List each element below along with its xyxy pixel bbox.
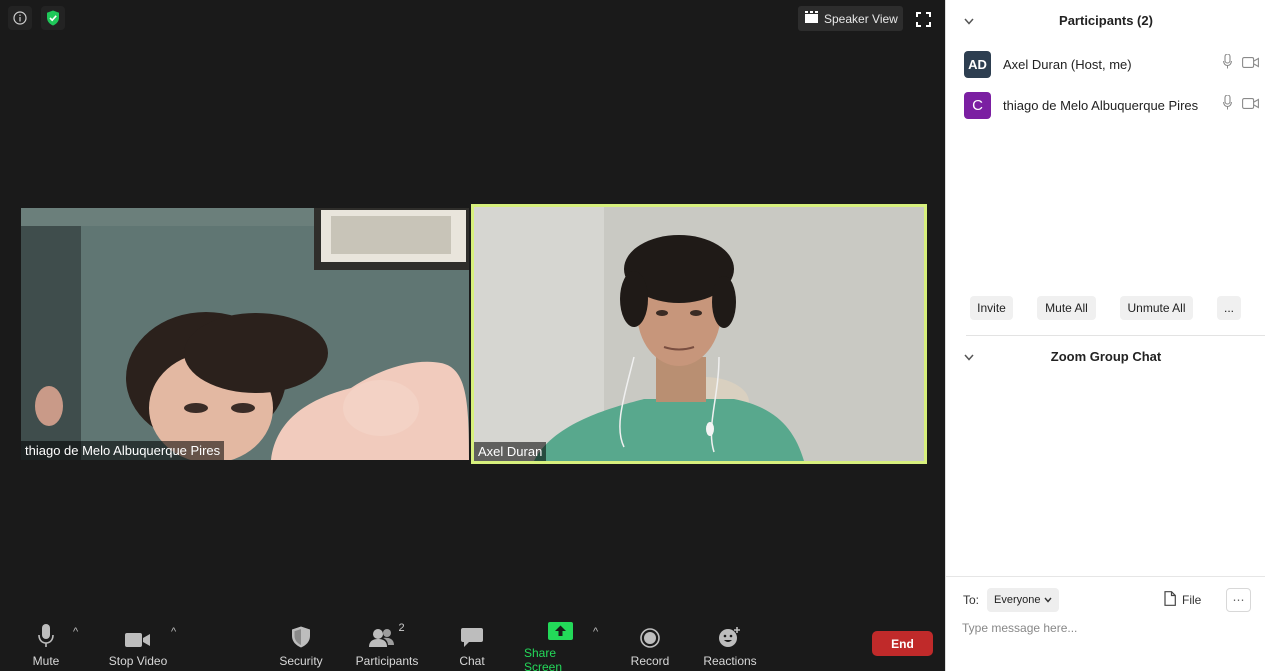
speaker-view-icon [805, 11, 818, 26]
meeting-area: Speaker View thiago de Melo Albuquerque … [0, 0, 945, 671]
participant-video-icon[interactable] [1242, 55, 1259, 73]
encryption-shield-icon[interactable] [41, 6, 65, 30]
chat-header: Zoom Group Chat [946, 336, 1265, 376]
participants-icon: 2 [369, 622, 405, 648]
speaker-view-button[interactable]: Speaker View [798, 6, 903, 31]
chat-input-divider [946, 576, 1265, 577]
chevron-down-icon [1044, 594, 1053, 606]
reactions-emoji-icon [719, 622, 741, 648]
participants-count-badge: 2 [398, 622, 405, 634]
meeting-toolbar: Mute ^ Stop Video ^ Security 2 Participa… [0, 612, 945, 671]
recipient-value: Everyone [994, 594, 1041, 606]
mute-label: Mute [32, 654, 60, 668]
chat-title: Zoom Group Chat [1050, 348, 1162, 364]
info-icon[interactable] [8, 6, 32, 30]
microphone-icon [38, 622, 54, 648]
chat-bubble-icon [461, 622, 483, 648]
video-name-label: thiago de Melo Albuquerque Pires [21, 441, 225, 460]
speaker-view-label: Speaker View [824, 11, 898, 26]
record-label: Record [630, 654, 670, 668]
collapse-chat-chevron-icon[interactable] [964, 349, 974, 364]
end-meeting-button[interactable]: End [872, 631, 933, 656]
file-icon [1164, 591, 1176, 609]
invite-button[interactable]: Invite [970, 296, 1013, 320]
avatar: C [964, 91, 991, 119]
record-button[interactable]: Record [630, 622, 670, 668]
avatar: AD [964, 50, 991, 78]
more-options-button[interactable]: ... [1217, 296, 1241, 320]
mute-all-button[interactable]: Mute All [1037, 296, 1096, 320]
stop-video-label: Stop Video [108, 654, 168, 668]
participant-mic-icon[interactable] [1223, 94, 1232, 115]
share-screen-label: Share Screen [524, 646, 563, 671]
security-label: Security [279, 654, 323, 668]
record-icon [640, 622, 660, 648]
participants-label: Participants [355, 654, 419, 668]
video-tile-thiago[interactable]: thiago de Melo Albuquerque Pires [21, 208, 469, 460]
share-screen-arrow-icon [547, 622, 573, 640]
fullscreen-icon[interactable] [912, 8, 934, 30]
collapse-participants-chevron-icon[interactable] [964, 13, 974, 28]
participant-row-axel[interactable]: AD Axel Duran (Host, me) [964, 50, 1259, 78]
security-button[interactable]: Security [277, 622, 325, 668]
participant-row-thiago[interactable]: C thiago de Melo Albuquerque Pires [964, 91, 1259, 119]
participants-button[interactable]: 2 Participants [355, 622, 419, 668]
chat-button[interactable]: Chat [456, 622, 488, 668]
chat-message-input[interactable] [962, 618, 1252, 638]
video-tile-axel-active-speaker[interactable]: Axel Duran [471, 204, 927, 464]
participants-header: Participants (2) [946, 0, 1265, 40]
recipient-select[interactable]: Everyone [987, 588, 1059, 612]
share-options-caret-icon[interactable]: ^ [593, 626, 598, 638]
file-label: File [1182, 593, 1202, 607]
video-name-label: Axel Duran [474, 442, 547, 461]
unmute-all-button[interactable]: Unmute All [1120, 296, 1193, 320]
video-options-caret-icon[interactable]: ^ [171, 626, 176, 638]
participant-video [474, 207, 924, 461]
video-camera-icon [125, 622, 151, 648]
send-file-button[interactable]: File [1164, 590, 1201, 610]
participant-name: Axel Duran (Host, me) [1003, 56, 1132, 72]
stop-video-button[interactable]: Stop Video [106, 622, 170, 668]
participant-mic-icon[interactable] [1223, 53, 1232, 74]
participant-video-icon[interactable] [1242, 96, 1259, 114]
side-panel: Participants (2) AD Axel Duran (Host, me… [945, 0, 1265, 671]
participant-name: thiago de Melo Albuquerque Pires [1003, 97, 1199, 113]
reactions-label: Reactions [703, 654, 757, 668]
chat-label: Chat [459, 654, 485, 668]
audio-options-caret-icon[interactable]: ^ [73, 626, 78, 638]
participant-video [21, 208, 469, 460]
security-shield-icon [291, 622, 311, 648]
chat-more-options-button[interactable]: ⋯ [1226, 588, 1251, 612]
to-label: To: [963, 593, 980, 607]
share-screen-button[interactable]: Share Screen [524, 622, 596, 671]
participants-title: Participants (2) [1059, 12, 1153, 28]
reactions-button[interactable]: Reactions [702, 622, 758, 668]
mute-button[interactable]: Mute [30, 622, 62, 668]
